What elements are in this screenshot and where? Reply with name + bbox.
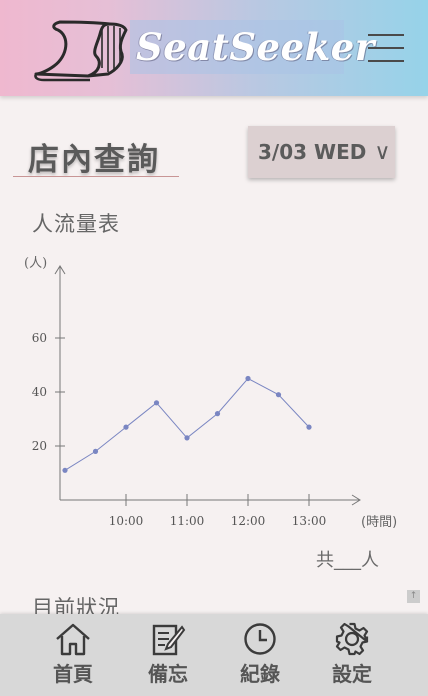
menu-line-icon [368, 34, 404, 36]
nav-label-home: 首頁 [53, 662, 93, 686]
nav-item-settings[interactable]: 設定 [322, 622, 382, 692]
data-point [275, 392, 282, 398]
nav-label-settings: 設定 [332, 662, 372, 686]
x-axis-label: (時間) [361, 515, 397, 530]
data-point [153, 400, 160, 406]
nav-item-records[interactable]: 紀錄 [230, 622, 290, 692]
nav-label-records: 紀錄 [240, 662, 280, 686]
data-point [123, 424, 129, 430]
y-axis-label: (人) [24, 256, 47, 271]
data-point [214, 411, 221, 417]
data-point [92, 448, 99, 454]
y-tick-label: 20 [32, 439, 47, 453]
app-header: SeatSeeker [0, 0, 428, 96]
data-point [245, 375, 251, 382]
data-point [184, 435, 190, 441]
date-picker-button[interactable]: 3/03 WED ∨ [248, 126, 395, 178]
data-point [62, 467, 68, 473]
x-tick-label: 13:00 [292, 514, 327, 528]
x-tick-label: 12:00 [231, 514, 266, 528]
memo-icon [152, 624, 186, 656]
chevron-down-icon: ∨ [374, 140, 391, 165]
nav-item-home[interactable]: 首頁 [43, 622, 103, 692]
data-point [306, 424, 312, 430]
y-tick-label: 40 [32, 385, 47, 399]
logo-chair-icon [34, 20, 128, 82]
title-underline [13, 176, 179, 177]
date-label: 3/03 WED [258, 140, 367, 164]
nav-label-memo: 備忘 [148, 662, 188, 686]
x-tick-label: 10:00 [109, 514, 144, 528]
total-visitors-text: 共___人 [316, 550, 379, 571]
menu-line-icon [368, 47, 404, 49]
flow-series-line [64, 377, 310, 471]
bottom-nav: 首頁 備忘 紀錄 設定 [0, 614, 428, 696]
home-icon [56, 623, 90, 656]
hamburger-menu-button[interactable] [368, 34, 406, 64]
menu-line-icon [368, 60, 404, 62]
visitor-flow-chart: (人) (時間) 20 40 60 10:00 11:00 12:00 13:00 [24, 256, 397, 530]
flow-chart-title: 人流量表 [32, 212, 120, 236]
nav-item-memo[interactable]: 備忘 [138, 622, 198, 692]
page-title: 店內查詢 [28, 142, 160, 178]
scroll-top-button[interactable]: ↑ [407, 590, 420, 603]
gear-icon [335, 622, 369, 656]
clock-icon [244, 623, 276, 655]
x-tick-label: 11:00 [170, 514, 205, 528]
app-logo-text: SeatSeeker [130, 20, 374, 74]
y-tick-label: 60 [32, 331, 47, 345]
